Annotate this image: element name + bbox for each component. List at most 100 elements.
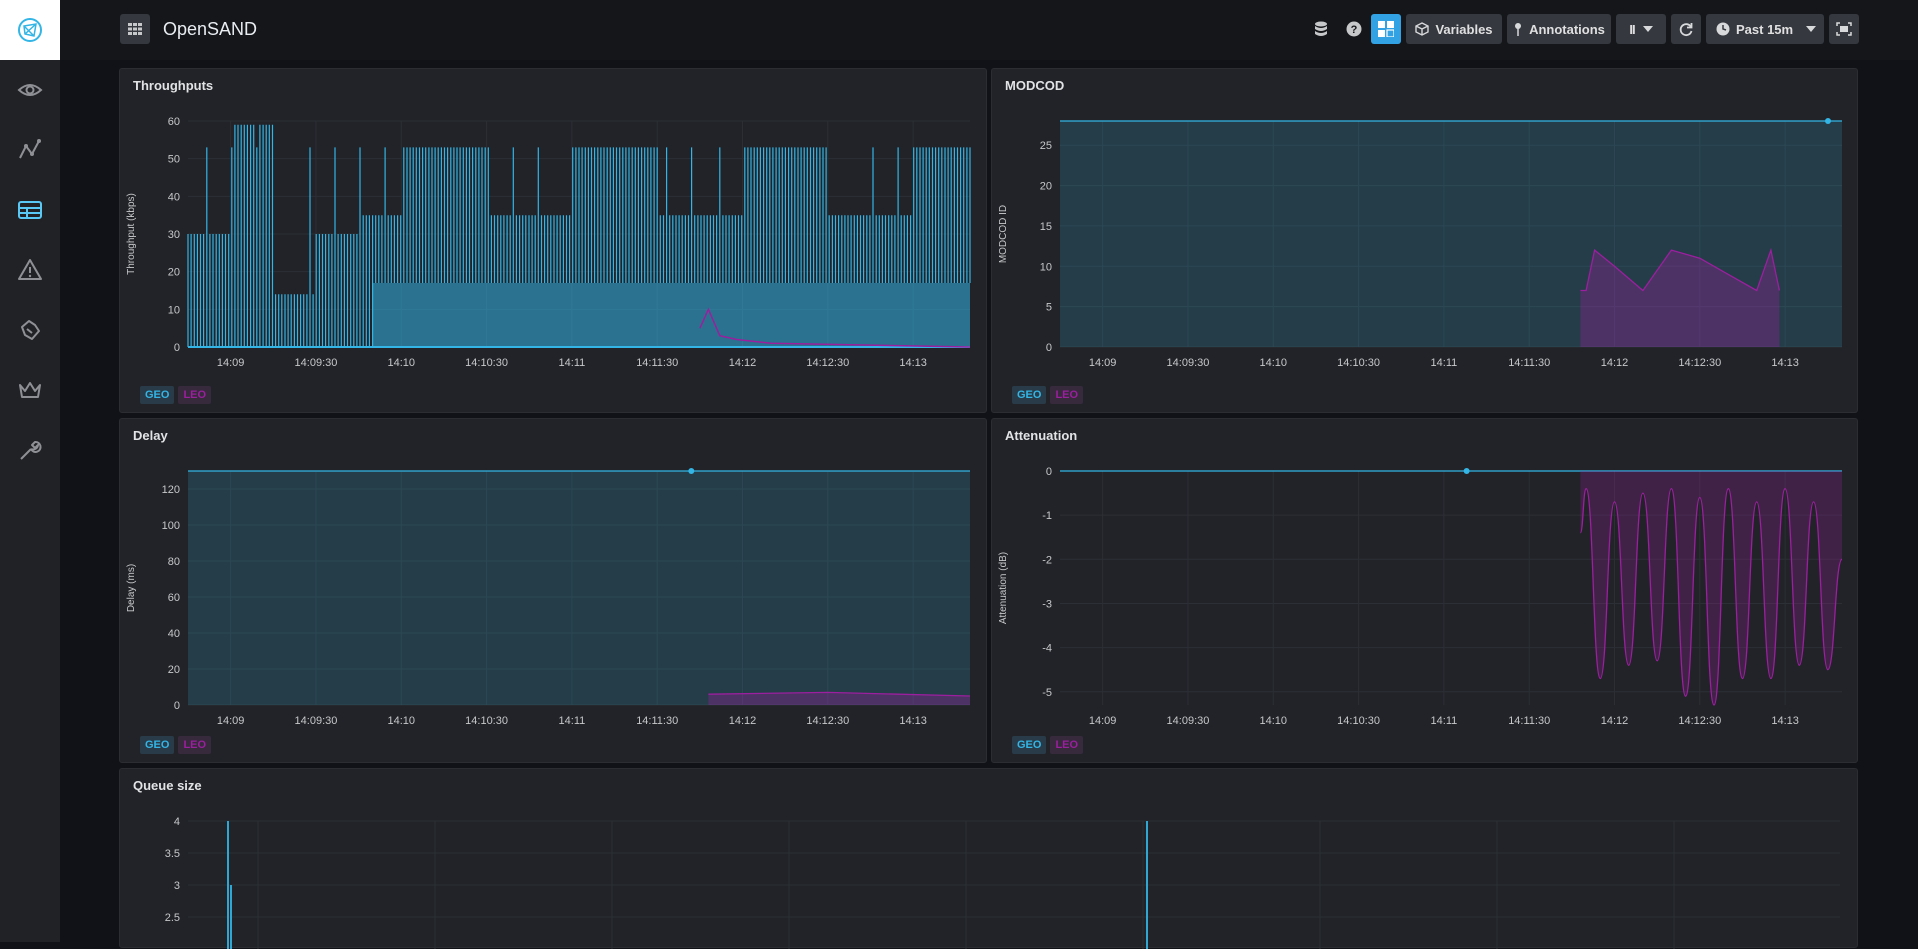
x-tick-label: 14:10:30 — [1337, 715, 1380, 727]
x-tick-label: 14:13 — [1771, 715, 1799, 727]
chart-0: 60 50 40 30 20 10 0 14:09 14:09:30 14:10 14:10:30 1… — [126, 116, 971, 369]
x-tick-label: 14:12:30 — [806, 715, 849, 727]
help-button[interactable]: ? — [1342, 14, 1366, 44]
y-tick-label: 40 — [168, 191, 180, 203]
add-panel-button[interactable] — [1371, 14, 1401, 44]
sidebar-item-admin[interactable] — [0, 360, 60, 420]
series-geo-fill — [372, 282, 970, 347]
database-icon — [1315, 21, 1327, 36]
y-tick-label: 10 — [1040, 261, 1052, 273]
apps-grid-icon — [128, 23, 142, 35]
x-tick-label: 14:11:30 — [636, 357, 678, 369]
wrench-icon — [20, 441, 42, 460]
x-tick-label: 14:12:30 — [1678, 357, 1721, 369]
x-tick-label: 14:10:30 — [465, 357, 508, 369]
x-tick-label: 14:10:30 — [1337, 357, 1380, 369]
cube-icon — [1415, 22, 1430, 36]
clock-icon — [1716, 22, 1730, 36]
y-tick-label: 40 — [168, 628, 180, 640]
x-tick-label: 14:10 — [1260, 715, 1288, 727]
x-tick-label: 14:13 — [1771, 357, 1799, 369]
logo-icon — [18, 18, 42, 42]
chart-2: 120 100 80 60 40 20 0 14:09 14:09:30 14:10 14:10:3… — [126, 468, 971, 727]
y-tick-label: 30 — [168, 229, 180, 241]
x-tick-label: 14:10:30 — [465, 715, 508, 727]
pause-icon: II — [1629, 21, 1635, 37]
x-tick-label: 14:11:30 — [1508, 715, 1550, 727]
y-tick-label: 80 — [168, 556, 180, 568]
x-tick-label: 14:11 — [1431, 357, 1458, 369]
y-tick-label: 3.5 — [165, 848, 180, 860]
x-tick-label: 14:12:30 — [1678, 715, 1721, 727]
y-tick-label: 20 — [168, 267, 180, 279]
sidebar-item-configuration[interactable] — [0, 420, 60, 480]
y-tick-label: 0 — [1046, 466, 1052, 478]
y-tick-label: -1 — [1042, 510, 1052, 522]
time-range-label: Past 15m — [1736, 21, 1794, 37]
chevron-down-icon — [1806, 26, 1816, 32]
x-tick-label: 14:09:30 — [1167, 357, 1210, 369]
sidebar — [0, 0, 60, 942]
y-tick-label: 4 — [174, 816, 180, 828]
x-tick-label: 14:11:30 — [1508, 357, 1550, 369]
series-leo-area — [1580, 471, 1842, 705]
dashboard-title[interactable]: OpenSAND — [163, 19, 257, 40]
y-tick-label: 3 — [174, 880, 180, 892]
series-geo-point — [1825, 118, 1831, 124]
y-tick-label: 15 — [1040, 221, 1052, 233]
y-tick-label: -4 — [1042, 643, 1052, 655]
sidebar-item-plugins[interactable] — [0, 300, 60, 360]
kiosk-mode-button[interactable] — [1829, 14, 1859, 44]
sidebar-item-dashboards[interactable] — [0, 180, 60, 240]
variables-button[interactable]: Variables — [1406, 14, 1502, 44]
y-tick-label: 60 — [168, 592, 180, 604]
alert-icon — [18, 259, 42, 280]
y-tick-label: -2 — [1042, 554, 1052, 566]
y-axis-label: Throughput (kbps) — [126, 193, 137, 275]
refresh-button[interactable] — [1671, 14, 1701, 44]
time-range-picker[interactable]: Past 15m — [1706, 14, 1824, 44]
crown-icon — [19, 382, 41, 398]
y-tick-label: 20 — [168, 664, 180, 676]
help-icon: ? — [1346, 21, 1362, 37]
panel-delay: Delay GEO LEO 120 100 80 60 40 20 0 14:09 14:09:… — [119, 418, 987, 763]
y-tick-label: 2.5 — [165, 912, 180, 924]
x-tick-label: 14:12 — [729, 357, 757, 369]
y-tick-label: 120 — [162, 484, 180, 496]
dashboard-search-button[interactable] — [120, 14, 150, 44]
grafana-logo[interactable] — [0, 0, 60, 60]
variables-label: Variables — [1435, 21, 1493, 37]
sidebar-item-view[interactable] — [0, 60, 60, 120]
sidebar-item-alerting[interactable] — [0, 240, 60, 300]
annotations-button[interactable]: Annotations — [1507, 14, 1611, 44]
x-tick-label: 14:10 — [1260, 357, 1288, 369]
y-tick-label: 20 — [1040, 181, 1052, 193]
pause-dropdown-button[interactable]: II — [1616, 14, 1666, 44]
x-tick-label: 14:11 — [1431, 715, 1458, 727]
panel-throughputs: Throughputs GEO LEO 60 50 40 30 20 10 0 14:09 14… — [119, 68, 987, 413]
chevron-down-icon — [1642, 26, 1653, 32]
x-tick-label: 14:13 — [899, 715, 927, 727]
series-geo-point — [688, 468, 695, 474]
x-tick-label: 14:11 — [559, 357, 586, 369]
x-tick-label: 14:12:30 — [806, 357, 849, 369]
y-tick-label: 0 — [174, 342, 180, 354]
x-tick-label: 14:12 — [1601, 715, 1629, 727]
refresh-icon — [1679, 23, 1693, 37]
y-tick-label: 100 — [162, 520, 180, 532]
y-axis-label: MODCOD ID — [998, 205, 1009, 263]
y-tick-label: 5 — [1046, 302, 1052, 314]
x-tick-label: 14:09:30 — [1167, 715, 1210, 727]
y-tick-label: 50 — [168, 154, 180, 166]
dashboard-add-icon — [1378, 21, 1394, 37]
sidebar-item-explore[interactable] — [0, 120, 60, 180]
y-tick-label: 10 — [168, 304, 180, 316]
datasource-button[interactable] — [1310, 14, 1332, 44]
eye-icon — [17, 84, 43, 96]
kiosk-icon — [1836, 22, 1852, 36]
chart-3: 0 -1 -2 -3 -4 -5 14:09 14:09:30 14:10 14:10:30 14:… — [998, 466, 1843, 727]
x-tick-label: 14:10 — [388, 715, 416, 727]
series-geo-area — [188, 471, 970, 705]
x-tick-label: 14:11 — [559, 715, 586, 727]
pin-icon — [1515, 23, 1522, 36]
